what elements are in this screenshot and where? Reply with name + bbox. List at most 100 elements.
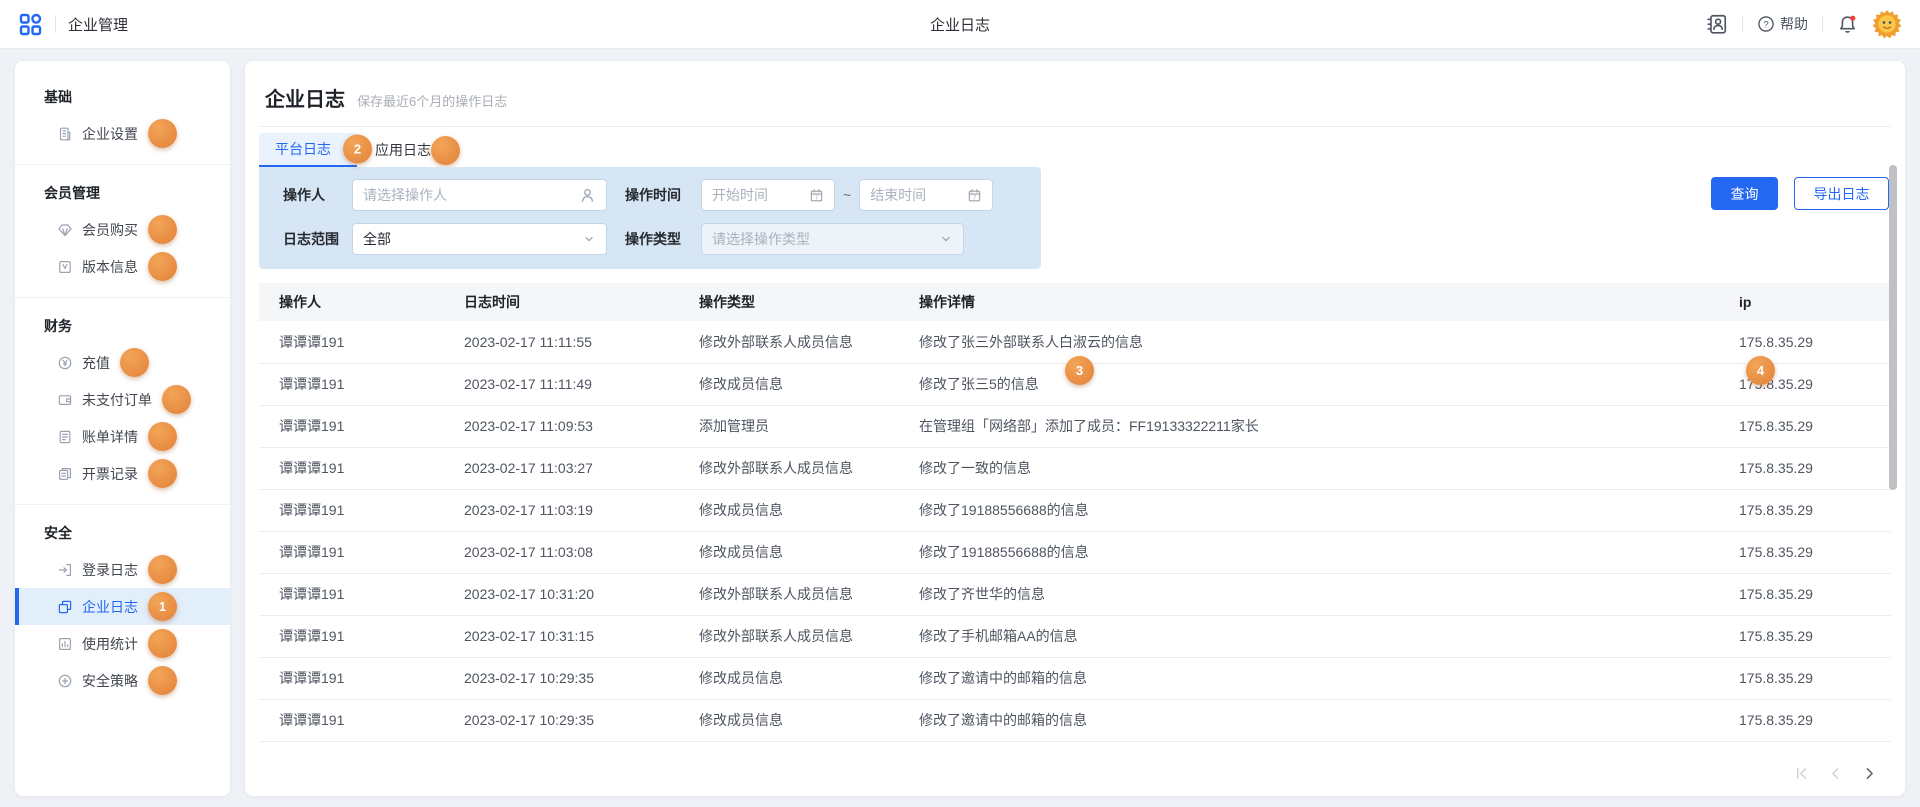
copy-icon <box>57 599 73 615</box>
annotation-badge <box>162 385 191 414</box>
sidebar-item-label: 会员购买 <box>82 220 138 240</box>
page-subtitle: 保存最近6个月的操作日志 <box>357 91 507 110</box>
page-scrollbar[interactable] <box>1889 165 1897 490</box>
start-date-input[interactable] <box>712 187 803 203</box>
scope-select[interactable]: 全部 <box>352 223 607 255</box>
svg-text:?: ? <box>1763 19 1768 30</box>
table-cell: 2023-02-17 11:09:53 <box>444 405 679 447</box>
first-page-button[interactable] <box>1789 762 1813 786</box>
tab-label: 应用日志 <box>375 140 431 160</box>
scope-select-value: 全部 <box>363 229 576 249</box>
tab[interactable]: 应用日志 <box>357 133 478 167</box>
table-row: 谭谭谭1912023-02-17 11:03:27修改外部联系人成员信息修改了一… <box>259 447 1891 489</box>
sidebar: 基础 企业设置 会员管理 会员购买 版本信息 财务 充值 未支付订单 账单详情 <box>15 61 230 796</box>
sidebar-item-label: 登录日志 <box>82 560 138 580</box>
app-grid-icon[interactable] <box>18 12 43 37</box>
end-date-input[interactable] <box>870 187 961 203</box>
sidebar-item-label: 账单详情 <box>82 427 138 447</box>
annotation-badge <box>148 119 177 148</box>
sidebar-item[interactable]: 充值 <box>15 344 230 381</box>
column-header: 日志时间 <box>444 283 679 321</box>
operator-input[interactable] <box>363 187 573 203</box>
annotation-badge <box>431 136 460 165</box>
next-page-button[interactable] <box>1857 762 1881 786</box>
version-doc-icon <box>57 259 73 275</box>
svg-text:7: 7 <box>815 195 818 201</box>
type-label: 操作类型 <box>625 229 681 249</box>
sidebar-item[interactable]: 使用统计 <box>15 625 230 662</box>
table-cell: 谭谭谭191 <box>259 321 444 363</box>
page-title: 企业日志 <box>265 83 345 112</box>
sidebar-item-label: 安全策略 <box>82 671 138 691</box>
sidebar-item[interactable]: 账单详情 <box>15 418 230 455</box>
contact-book-icon[interactable] <box>1706 13 1728 35</box>
table-cell: 修改了19188556688的信息 <box>899 531 1719 573</box>
tab-bar: 平台日志 2 应用日志 <box>259 133 1891 167</box>
type-select-placeholder: 请选择操作类型 <box>712 229 933 249</box>
annotation-badge: 1 <box>148 592 177 621</box>
tab-label: 平台日志 <box>275 139 331 159</box>
table-cell: 修改了手机邮箱AA的信息 <box>899 615 1719 657</box>
table-cell: 2023-02-17 10:31:15 <box>444 615 679 657</box>
sidebar-section-title: 财务 <box>15 304 230 344</box>
yuan-coin-icon <box>57 355 73 371</box>
topbar-divider <box>1742 15 1743 33</box>
table-cell: 修改了张三外部联系人白淑云的信息 <box>899 321 1719 363</box>
sidebar-item[interactable]: 安全策略 <box>15 662 230 699</box>
start-date-picker[interactable]: 7 <box>701 179 835 211</box>
query-button[interactable]: 查询 <box>1711 177 1778 210</box>
table-cell: 175.8.35.29 <box>1719 531 1891 573</box>
bar-chart-icon <box>57 636 73 652</box>
help-button[interactable]: ? 帮助 <box>1757 14 1808 34</box>
table-row: 谭谭谭1912023-02-17 10:29:35修改成员信息修改了邀请中的邮箱… <box>259 657 1891 699</box>
end-date-picker[interactable]: 7 <box>859 179 993 211</box>
prev-page-button[interactable] <box>1823 762 1847 786</box>
column-header: 操作详情 <box>899 283 1719 321</box>
sidebar-section-title: 安全 <box>15 511 230 551</box>
sidebar-item[interactable]: 未支付订单 <box>15 381 230 418</box>
sidebar-item[interactable]: 企业设置 <box>15 115 230 152</box>
log-table: 操作人日志时间操作类型操作详情ip 谭谭谭1912023-02-17 11:11… <box>259 283 1891 742</box>
shield-plus-icon <box>57 673 73 689</box>
calendar-icon: 7 <box>967 188 982 203</box>
tab[interactable]: 平台日志 2 <box>259 133 357 167</box>
table-row: 谭谭谭1912023-02-17 11:09:53添加管理员在管理组「网络部」添… <box>259 405 1891 447</box>
annotation-badge <box>148 215 177 244</box>
table-row: 谭谭谭1912023-02-17 11:03:08修改成员信息修改了191885… <box>259 531 1891 573</box>
annotation-badge <box>120 348 149 377</box>
topbar-divider <box>55 15 56 33</box>
person-icon <box>579 187 596 204</box>
table-cell: 2023-02-17 10:31:20 <box>444 573 679 615</box>
table-cell: 2023-02-17 11:11:49 <box>444 363 679 405</box>
sidebar-item-label: 企业设置 <box>82 124 138 144</box>
operator-label: 操作人 <box>283 185 343 205</box>
table-cell: 175.8.35.29 <box>1719 699 1891 741</box>
sidebar-item-label: 使用统计 <box>82 634 138 654</box>
topbar-page-title: 企业日志 <box>0 14 1920 35</box>
calendar-icon: 7 <box>809 188 824 203</box>
table-cell: 175.8.35.29 <box>1719 489 1891 531</box>
annotation-badge <box>148 666 177 695</box>
sidebar-item[interactable]: 开票记录 <box>15 455 230 492</box>
sidebar-item-label: 企业日志 <box>82 597 138 617</box>
sidebar-item[interactable]: 版本信息 <box>15 248 230 285</box>
operator-select[interactable] <box>352 179 607 211</box>
table-cell: 修改成员信息 <box>679 363 899 405</box>
date-range-separator: ~ <box>843 187 851 203</box>
filter-panel: 操作人 操作时间 <box>259 167 1041 269</box>
chevron-down-icon <box>939 232 953 246</box>
sidebar-section: 财务 充值 未支付订单 账单详情 开票记录 <box>15 297 230 500</box>
sidebar-item[interactable]: 企业日志 1 <box>15 588 230 625</box>
table-cell: 175.8.35.29 <box>1719 321 1891 363</box>
type-select[interactable]: 请选择操作类型 <box>701 223 964 255</box>
wallet-icon <box>57 392 73 408</box>
notifications-bell-icon[interactable] <box>1837 14 1858 35</box>
sidebar-nav: 基础 企业设置 会员管理 会员购买 版本信息 财务 充值 未支付订单 账单详情 <box>15 69 230 707</box>
export-logs-button[interactable]: 导出日志 <box>1794 177 1889 210</box>
user-avatar[interactable] <box>1872 9 1902 39</box>
table-cell: 修改了邀请中的邮箱的信息 <box>899 657 1719 699</box>
table-row: 谭谭谭1912023-02-17 11:03:19修改成员信息修改了191885… <box>259 489 1891 531</box>
sidebar-item-label: 充值 <box>82 353 110 373</box>
sidebar-item[interactable]: 登录日志 <box>15 551 230 588</box>
sidebar-item[interactable]: 会员购买 <box>15 211 230 248</box>
